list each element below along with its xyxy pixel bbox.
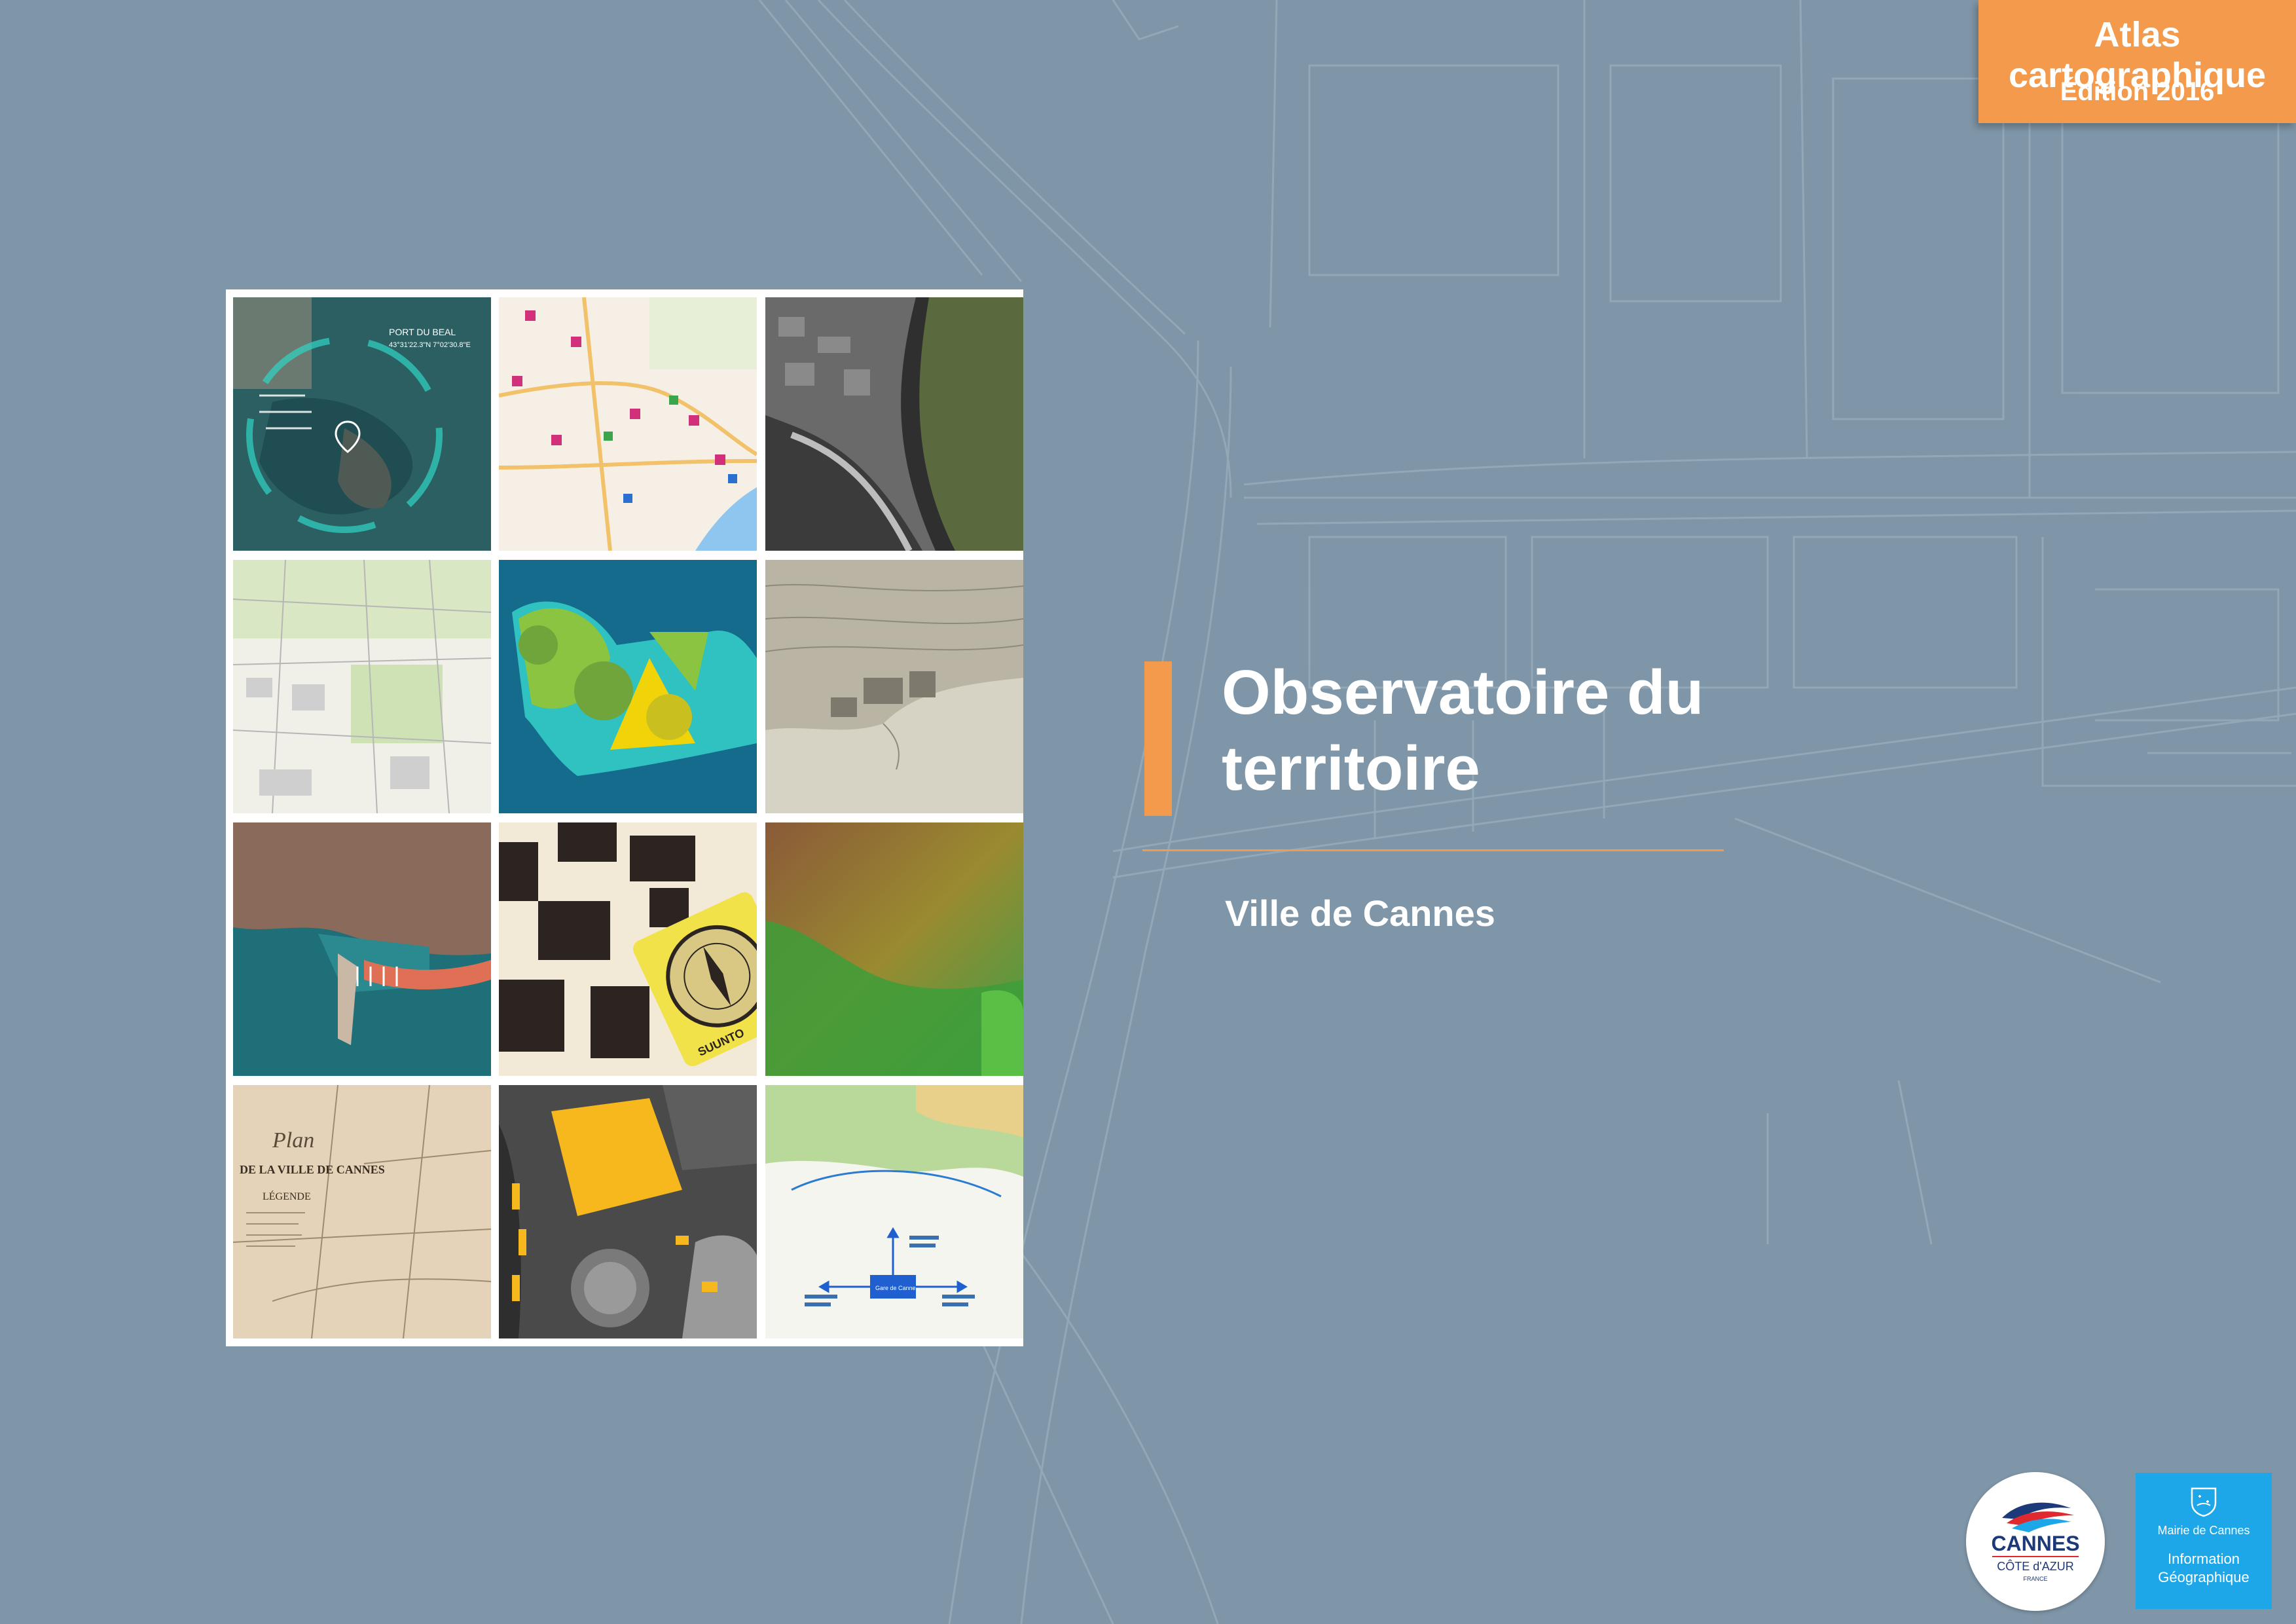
page-title: Observatoire du territoire bbox=[1222, 655, 1811, 807]
mairie-name: Mairie de Cannes bbox=[2157, 1524, 2250, 1537]
port-label: PORT DU BEAL bbox=[389, 327, 456, 337]
service-line1: Information bbox=[2167, 1551, 2240, 1567]
tile-old-topographic-map bbox=[765, 560, 1023, 813]
mairie-information-geographique-logo: Mairie de Cannes Information Géographiqu… bbox=[2136, 1473, 2272, 1609]
edition-tab: Atlas cartographique Édition 2016 bbox=[1978, 0, 2296, 123]
service-line2: Géographique bbox=[2158, 1569, 2250, 1585]
tile-cadastral-map bbox=[233, 560, 491, 813]
cannes-name: CANNES bbox=[1991, 1532, 2079, 1555]
map-mosaic: PORT DU BEAL 43°31'22.3"N 7°02'30.8"E SU… bbox=[226, 289, 1023, 1346]
tile-bw-aerial bbox=[765, 297, 1023, 551]
tile-compass-map: SUUNTO bbox=[499, 822, 757, 1076]
plan-title: Plan bbox=[272, 1128, 314, 1153]
cannes-country: FRANCE bbox=[2023, 1576, 2047, 1582]
tile-highlighted-buildings bbox=[499, 1085, 757, 1338]
title-accent-bar bbox=[1144, 661, 1172, 816]
cannes-cote-azur-logo: CANNES CÔTE d'AZUR FRANCE bbox=[1966, 1472, 2105, 1611]
page-title-line1: Observatoire du bbox=[1222, 657, 1704, 728]
tile-transport-diagram: Gare de Cannes bbox=[765, 1085, 1023, 1338]
tile-thematic-zones bbox=[499, 560, 757, 813]
city-crest-icon bbox=[2191, 1487, 2217, 1517]
page-title-line2: territoire bbox=[1222, 733, 1480, 803]
tile-historic-plan: Plan DE LA VILLE DE CANNES LÉGENDE bbox=[233, 1085, 491, 1338]
title-divider bbox=[1142, 849, 1724, 851]
tile-poi-street-map bbox=[499, 297, 757, 551]
tile-harbour-aerial bbox=[233, 822, 491, 1076]
legend-title: LÉGENDE bbox=[263, 1190, 311, 1202]
tile-port-aerial: PORT DU BEAL 43°31'22.3"N 7°02'30.8"E bbox=[233, 297, 491, 551]
station-label: Gare de Cannes bbox=[875, 1285, 919, 1291]
tile-elevation-map bbox=[765, 822, 1023, 1076]
plan-subtitle: DE LA VILLE DE CANNES bbox=[240, 1163, 385, 1176]
edition-label: Édition 2016 bbox=[2060, 77, 2215, 106]
port-coords: 43°31'22.3"N 7°02'30.8"E bbox=[389, 341, 471, 349]
page-subtitle: Ville de Cannes bbox=[1225, 893, 1495, 934]
cannes-region: CÔTE d'AZUR bbox=[1997, 1559, 2073, 1573]
